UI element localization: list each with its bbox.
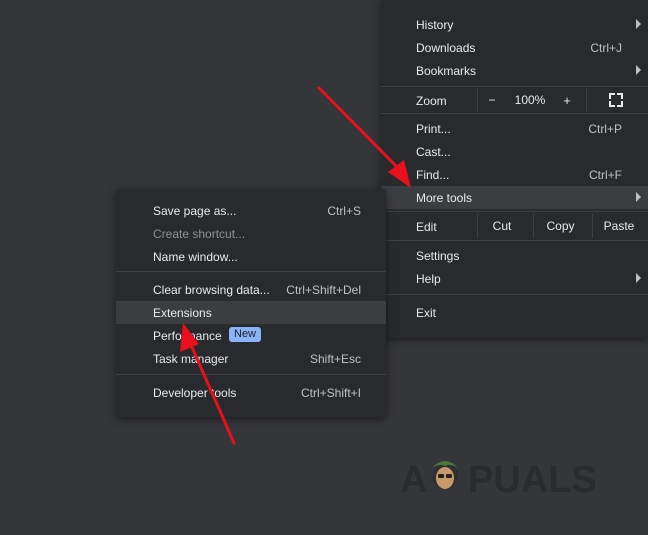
mascot-icon xyxy=(432,461,458,489)
appuals-watermark: A PUALS xyxy=(400,452,610,501)
watermark-text: PUALS xyxy=(468,459,597,500)
watermark-letter-a: A xyxy=(400,459,427,500)
arrow-to-more-tools xyxy=(317,86,411,188)
arrow-to-extensions xyxy=(180,323,236,445)
